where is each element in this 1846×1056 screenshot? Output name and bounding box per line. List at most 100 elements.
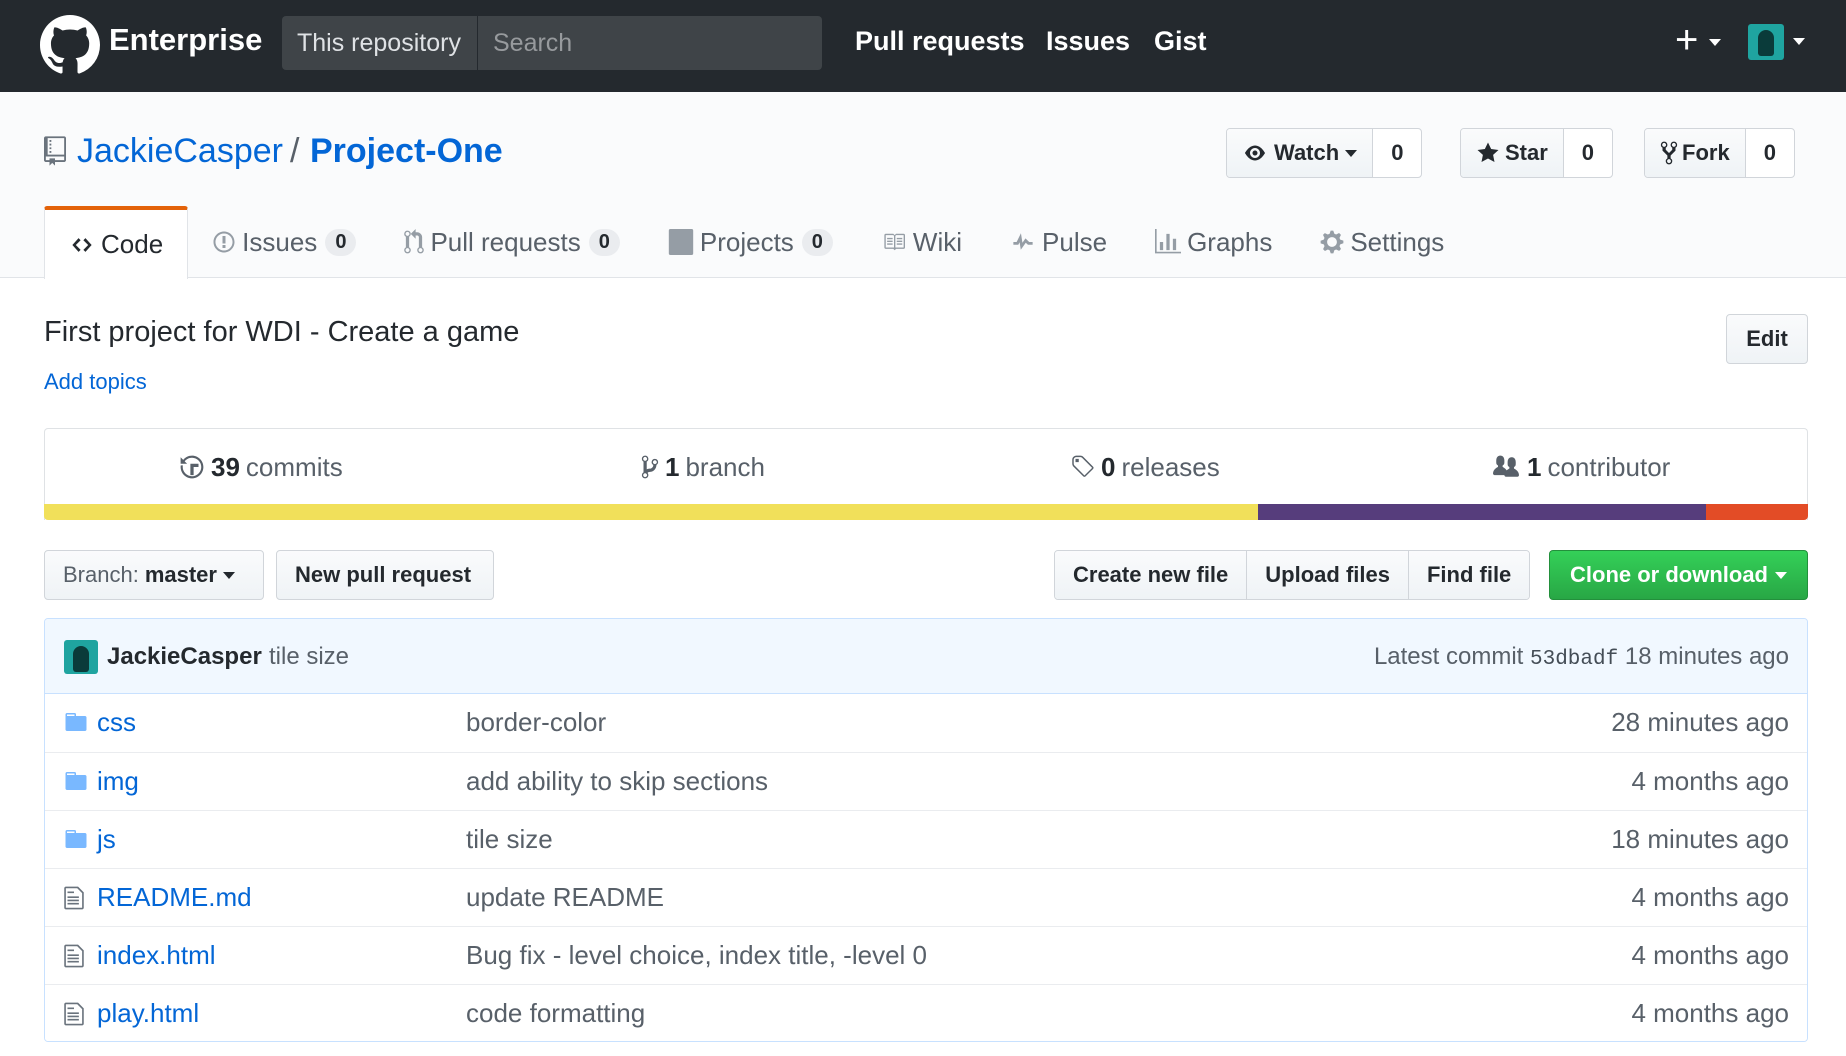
file-commit-message-link[interactable]: Bug fix - level choice, index title, -le… (466, 940, 927, 971)
clone-or-download-button[interactable]: Clone or download (1549, 550, 1808, 600)
tab-wiki[interactable]: Wiki (857, 206, 986, 278)
file-age: 28 minutes ago (1611, 707, 1789, 737)
tab-label: Graphs (1187, 226, 1273, 257)
star-label: Star (1505, 140, 1548, 165)
pulse-icon (1013, 233, 1033, 250)
nav-issues[interactable]: Issues (1046, 26, 1130, 57)
clone-label: Clone or download (1570, 562, 1768, 587)
repo-header: JackieCasper / Project-One Watch 0 Star … (0, 92, 1846, 279)
commits-stat[interactable]: 39 commits (179, 429, 343, 505)
branch-icon (641, 455, 659, 479)
fork-count[interactable]: 0 (1746, 129, 1794, 177)
contributors-stat[interactable]: 1 contributor (1491, 429, 1670, 505)
branch-select-button[interactable]: Branch: master (44, 550, 264, 600)
file-name-link[interactable]: js (97, 824, 116, 855)
file-rows: css border-color 28 minutes ago img add abil… (45, 694, 1807, 1041)
file-commit-message-link[interactable]: add ability to skip sections (466, 766, 768, 797)
create-new-menu[interactable]: + (1675, 18, 1722, 62)
commit-author-avatar[interactable] (64, 640, 98, 674)
branches-stat[interactable]: 1 branch (641, 429, 765, 505)
tab-pull-requests[interactable]: Pull requests 0 (380, 206, 643, 278)
tab-label: Pull requests (430, 226, 581, 257)
tab-label: Projects (699, 226, 794, 257)
language-bar-segment[interactable] (44, 504, 1258, 520)
add-topics-link[interactable]: Add topics (44, 369, 147, 395)
commit-author-link[interactable]: JackieCasper (107, 643, 262, 671)
contributor-count: 1 (1527, 451, 1542, 482)
tab-label: Settings (1350, 226, 1445, 257)
language-bar-segment[interactable] (1257, 504, 1706, 520)
create-new-file-button[interactable]: Create new file (1055, 551, 1248, 599)
fork-label: Fork (1682, 140, 1730, 165)
latest-commit-prefix: Latest commit (1373, 643, 1524, 670)
repo-icon (44, 136, 66, 166)
chevron-down-icon (1709, 38, 1722, 46)
upload-files-button[interactable]: Upload files (1247, 551, 1409, 599)
tab-issues[interactable]: Issues 0 (188, 206, 380, 278)
commit-message-link[interactable]: tile size (269, 643, 349, 671)
commit-sha-link[interactable]: 53dbadf (1530, 648, 1618, 671)
graph-icon (1155, 229, 1182, 254)
file-row: play.html code formatting 4 months ago (45, 984, 1807, 1041)
search-scope-label: This repository (282, 16, 477, 70)
search-input[interactable] (478, 16, 822, 70)
pull-request-icon (404, 229, 425, 254)
file-age: 18 minutes ago (1611, 824, 1789, 854)
star-count[interactable]: 0 (1564, 129, 1612, 177)
folder-icon (65, 830, 87, 848)
file-commit-message-link[interactable]: update README (466, 882, 664, 913)
file-name-link[interactable]: index.html (97, 940, 216, 971)
github-logo-icon[interactable] (40, 15, 100, 75)
projects-count-badge: 0 (801, 228, 833, 256)
file-age: 4 months ago (1631, 940, 1789, 970)
watch-count[interactable]: 0 (1373, 129, 1421, 177)
chevron-down-icon[interactable] (1793, 38, 1805, 45)
find-file-button[interactable]: Find file (1408, 551, 1530, 599)
tab-label: Code (101, 229, 164, 259)
file-commit-message-link[interactable]: border-color (466, 707, 606, 738)
language-bar-segment[interactable] (1705, 504, 1808, 520)
tab-graphs[interactable]: Graphs (1131, 206, 1296, 278)
file-age: 4 months ago (1631, 882, 1789, 912)
tab-code[interactable]: Code (44, 206, 189, 279)
repo-tabs: Code Issues 0 Pull requests 0 Projects 0… (44, 206, 1468, 279)
file-list: JackieCasper tile size Latest commit 53d… (44, 618, 1808, 1042)
file-actions-group: Create new file Upload files Find file (1054, 550, 1531, 600)
nav-gist[interactable]: Gist (1154, 26, 1207, 57)
brand-name[interactable]: Enterprise (109, 22, 262, 58)
book-icon (884, 233, 905, 251)
new-pull-request-button[interactable]: New pull request (276, 550, 494, 600)
file-row: README.md update README 4 months ago (45, 868, 1807, 926)
star-button[interactable]: Star (1461, 129, 1564, 177)
file-name-link[interactable]: img (97, 766, 139, 797)
file-commit-message-link[interactable]: code formatting (466, 998, 645, 1029)
tab-projects[interactable]: Projects 0 (644, 206, 857, 278)
tab-settings[interactable]: Settings (1296, 206, 1468, 278)
history-icon (180, 455, 204, 479)
language-bar[interactable] (44, 504, 1808, 520)
repo-description: First project for WDI - Create a game (44, 316, 520, 348)
eye-icon (1245, 145, 1265, 161)
fork-button[interactable]: Fork (1645, 129, 1746, 177)
nav-pull-requests[interactable]: Pull requests (855, 26, 1025, 57)
branch-count: 1 (665, 451, 680, 482)
plus-icon: + (1675, 18, 1699, 62)
edit-button[interactable]: Edit (1726, 314, 1808, 364)
releases-stat[interactable]: 0 releases (1069, 429, 1220, 505)
chevron-down-icon (1775, 571, 1787, 579)
file-name-link[interactable]: play.html (97, 998, 199, 1029)
repo-owner-link[interactable]: JackieCasper (77, 132, 283, 171)
file-name-link[interactable]: css (97, 707, 136, 738)
file-name-link[interactable]: README.md (97, 882, 252, 913)
folder-icon (65, 772, 87, 790)
user-avatar[interactable] (1748, 24, 1784, 60)
file-row: js tile size 18 minutes ago (45, 810, 1807, 868)
releases-count: 0 (1101, 451, 1116, 482)
file-commit-message-link[interactable]: tile size (466, 824, 553, 855)
repo-name-link[interactable]: Project-One (310, 132, 503, 171)
fork-icon (1660, 141, 1678, 165)
watch-button[interactable]: Watch (1227, 129, 1374, 177)
file-age: 4 months ago (1631, 766, 1789, 796)
tab-pulse[interactable]: Pulse (986, 206, 1131, 278)
branch-label: branch (685, 451, 765, 482)
